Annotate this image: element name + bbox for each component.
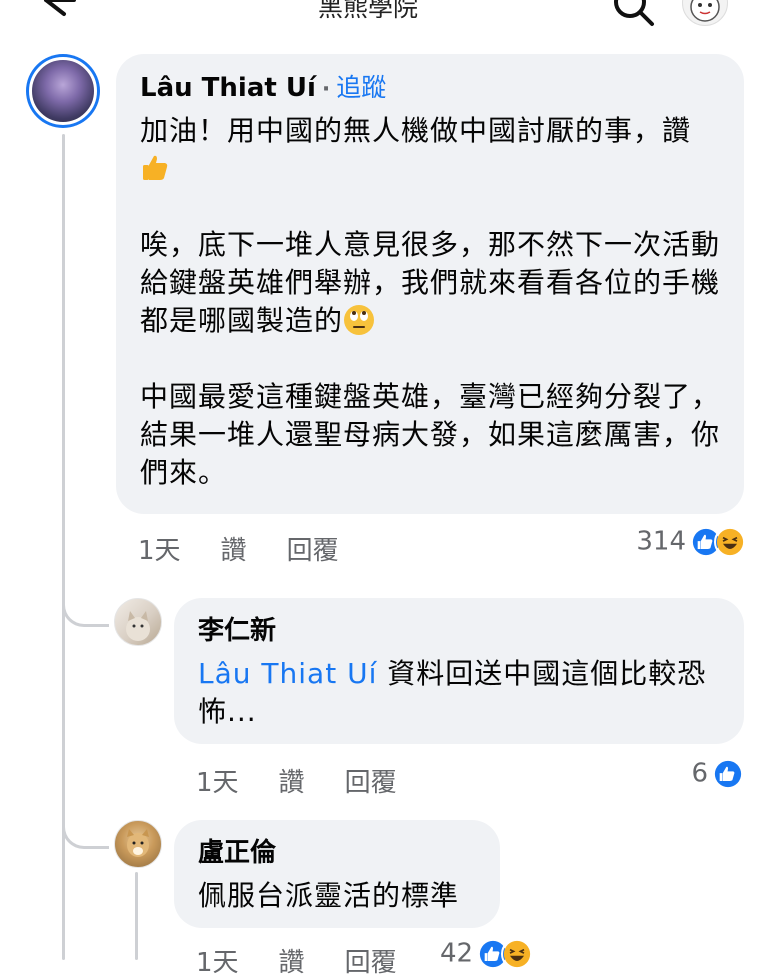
reaction-summary[interactable]: 314 xyxy=(636,526,746,558)
reaction-count: 42 xyxy=(440,938,474,969)
reaction-count: 6 xyxy=(691,758,708,789)
comment-actions: 1天 讚 回覆 xyxy=(196,942,437,979)
avatar[interactable] xyxy=(114,820,162,868)
thread-line xyxy=(135,872,138,960)
cat-avatar-icon xyxy=(126,611,150,641)
mention-link[interactable]: Lâu Thiat Uí xyxy=(198,657,377,690)
eye-roll-emoji xyxy=(344,305,375,335)
profile-avatar[interactable] xyxy=(682,0,728,26)
reaction-summary[interactable]: 42 xyxy=(440,938,534,970)
comment-time[interactable]: 1天 xyxy=(196,948,239,978)
comment-time[interactable]: 1天 xyxy=(138,536,181,566)
thread-branch xyxy=(62,812,109,849)
haha-reaction-icon xyxy=(714,526,746,558)
comment-actions: 1天 讚 回覆 xyxy=(196,762,437,799)
like-button[interactable]: 讚 xyxy=(279,948,305,978)
like-reaction-icon xyxy=(712,758,744,790)
search-icon[interactable] xyxy=(610,0,656,28)
comment-time[interactable]: 1天 xyxy=(196,768,239,798)
comment-text: 佩服台派靈活的標準 xyxy=(198,879,460,912)
comment-text: 加油！用中國的無人機做中國討厭的事，讚 唉，底下一堆人意見很多，那不然下一次活動… xyxy=(140,112,720,492)
comment-author[interactable]: 李仁新 xyxy=(198,610,720,647)
avatar[interactable] xyxy=(114,598,162,646)
reaction-count: 314 xyxy=(636,526,686,557)
comment-bubble: 盧正倫 佩服台派靈活的標準 xyxy=(174,820,500,928)
back-arrow-icon[interactable] xyxy=(36,0,76,18)
comment-paragraph: 唉，底下一堆人意見很多，那不然下一次活動給鍵盤英雄們舉辦，我們就來看看各位的手機… xyxy=(140,228,721,337)
follow-button[interactable]: 追蹤 xyxy=(336,73,386,102)
reaction-summary[interactable]: 6 xyxy=(691,758,744,790)
separator: · xyxy=(321,77,331,102)
reply-button[interactable]: 回覆 xyxy=(345,768,397,798)
comment-text: Lâu Thiat Uí 資料回送中國這個比較恐怖... xyxy=(198,655,720,731)
page-title: 黑熊學院 xyxy=(318,0,419,22)
comment-paragraph: 加油！用中國的無人機做中國討厭的事，讚 xyxy=(140,114,692,147)
cartoon-avatar-icon xyxy=(690,0,720,22)
like-button[interactable]: 讚 xyxy=(279,768,305,798)
comment-bubble: 李仁新 Lâu Thiat Uí 資料回送中國這個比較恐怖... xyxy=(174,598,744,744)
thread-branch xyxy=(62,590,109,627)
comment-actions: 1天 讚 回覆 xyxy=(138,530,379,567)
comment-paragraph: 中國最愛這種鍵盤英雄，臺灣已經夠分裂了，結果一堆人還聖母病大發，如果這麼厲害，你… xyxy=(140,380,721,489)
comment-author[interactable]: Lâu Thiat Uí xyxy=(140,73,316,103)
reply-button[interactable]: 回覆 xyxy=(287,536,339,566)
dog-avatar-icon xyxy=(127,829,149,857)
avatar[interactable] xyxy=(26,54,100,128)
like-button[interactable]: 讚 xyxy=(221,536,247,566)
haha-reaction-icon xyxy=(501,938,534,970)
thumbs-up-emoji xyxy=(143,155,168,180)
reply-button[interactable]: 回覆 xyxy=(345,948,397,978)
comment-author[interactable]: 盧正倫 xyxy=(198,832,476,869)
comment-bubble: Lâu Thiat Uí · 追蹤 加油！用中國的無人機做中國討厭的事，讚 唉，底下… xyxy=(116,54,744,514)
